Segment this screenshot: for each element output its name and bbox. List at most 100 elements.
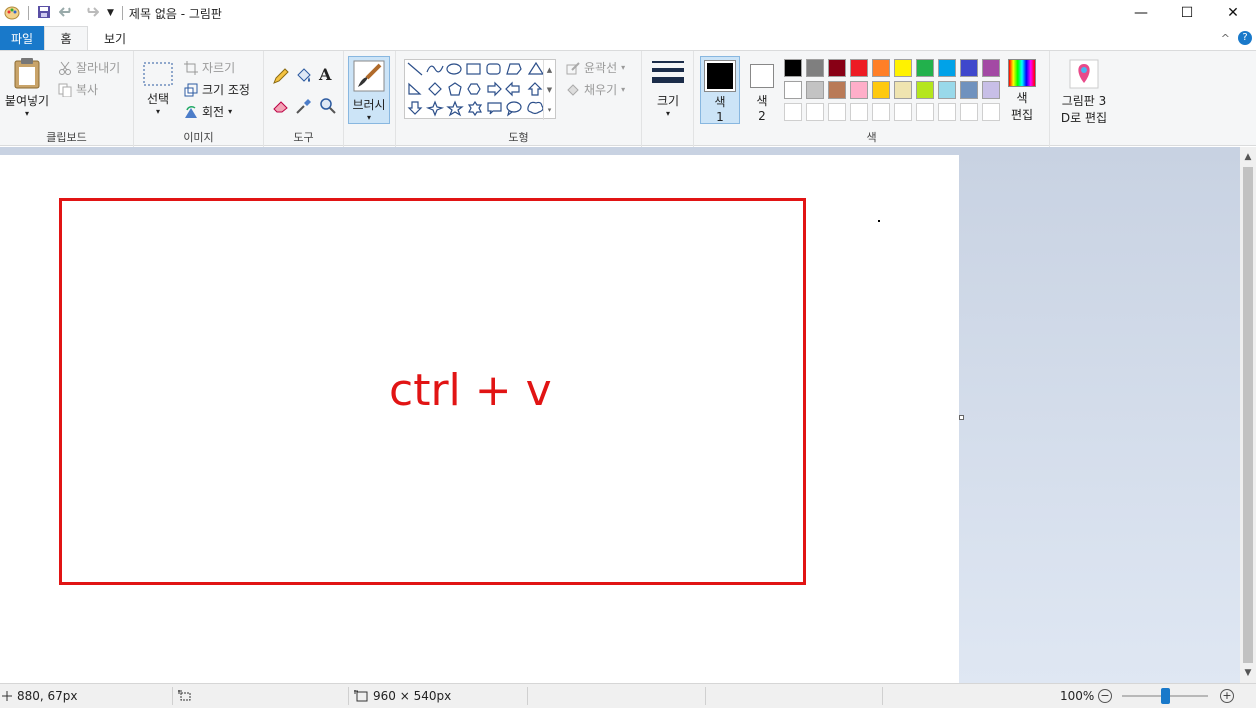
palette-swatch[interactable] bbox=[850, 81, 868, 99]
palette-swatch[interactable] bbox=[872, 81, 890, 99]
shapes-gallery[interactable]: ▲ ▼ ▾ bbox=[404, 59, 556, 120]
text-tool-icon[interactable]: A bbox=[319, 65, 331, 84]
fill-button[interactable]: 채우기 ▾ bbox=[566, 81, 625, 98]
custom-color-slot[interactable] bbox=[916, 103, 934, 121]
copy-button[interactable]: 복사 bbox=[58, 81, 98, 98]
close-button[interactable]: ✕ bbox=[1210, 0, 1256, 26]
tools-group: A 도구 bbox=[264, 51, 344, 147]
pencil-icon[interactable] bbox=[272, 67, 290, 85]
zoom-out-icon[interactable]: − bbox=[1098, 689, 1112, 703]
undo-icon[interactable] bbox=[58, 5, 75, 22]
palette-swatch[interactable] bbox=[982, 59, 1000, 77]
custom-color-slot[interactable] bbox=[982, 103, 1000, 121]
clipboard-icon bbox=[14, 58, 40, 89]
palette-swatch[interactable] bbox=[784, 81, 802, 99]
palette-swatch[interactable] bbox=[916, 59, 934, 77]
palette-swatch[interactable] bbox=[806, 81, 824, 99]
custom-color-slot[interactable] bbox=[784, 103, 802, 121]
eraser-icon[interactable] bbox=[272, 97, 290, 115]
status-separator bbox=[705, 687, 706, 705]
vertical-scrollbar[interactable]: ▲ ▼ bbox=[1240, 147, 1256, 683]
color2-number: 2 bbox=[758, 109, 766, 123]
maximize-button[interactable]: ☐ bbox=[1164, 0, 1210, 26]
paste-button[interactable]: 붙여넣기 ▾ bbox=[2, 57, 52, 118]
outline-button[interactable]: 윤곽선 ▾ bbox=[566, 59, 625, 76]
custom-color-slot[interactable] bbox=[872, 103, 890, 121]
redo-icon[interactable] bbox=[83, 5, 100, 22]
color2-button[interactable]: 색 2 bbox=[744, 56, 780, 124]
magnifier-icon[interactable] bbox=[319, 97, 337, 115]
custom-color-slot[interactable] bbox=[828, 103, 846, 121]
custom-color-slot[interactable] bbox=[806, 103, 824, 121]
palette-swatch[interactable] bbox=[960, 59, 978, 77]
selection-size-icon bbox=[178, 690, 191, 701]
size-group: 크기 ▾ bbox=[642, 51, 694, 147]
crop-button[interactable]: 자르기 bbox=[184, 59, 235, 76]
palette-swatch[interactable] bbox=[850, 59, 868, 77]
color-picker-icon[interactable] bbox=[295, 97, 313, 115]
tab-file[interactable]: 파일 bbox=[0, 26, 44, 50]
palette-swatch[interactable] bbox=[982, 81, 1000, 99]
fill-bucket-icon[interactable] bbox=[295, 67, 313, 85]
image-group-label: 이미지 bbox=[183, 131, 214, 144]
customize-toolbar-icon[interactable]: ▼ bbox=[107, 8, 114, 18]
palette-swatch[interactable] bbox=[806, 59, 824, 77]
palette-swatch[interactable] bbox=[894, 81, 912, 99]
brushes-button[interactable]: 브러시 ▾ bbox=[348, 56, 390, 124]
canvas-resize-handle[interactable] bbox=[959, 415, 964, 420]
fill-label: 채우기 bbox=[584, 83, 618, 97]
help-icon[interactable]: ? bbox=[1238, 31, 1252, 45]
tab-view[interactable]: 보기 bbox=[88, 26, 142, 50]
palette-swatch[interactable] bbox=[960, 81, 978, 99]
paint-app-icon[interactable] bbox=[4, 4, 20, 23]
selection-size bbox=[178, 684, 192, 708]
cursor-position: 880, 67px bbox=[2, 684, 78, 708]
size-button[interactable]: 크기 ▾ bbox=[648, 59, 688, 118]
palette-swatch[interactable] bbox=[916, 81, 934, 99]
edit-colors-label-1: 색 bbox=[1016, 91, 1028, 105]
scrollbar-thumb[interactable] bbox=[1243, 167, 1253, 663]
scroll-up-icon[interactable]: ▲ bbox=[1240, 149, 1256, 165]
brushes-label: 브러시 bbox=[352, 98, 386, 112]
custom-color-slot[interactable] bbox=[960, 103, 978, 121]
fill-icon bbox=[567, 83, 579, 96]
palette-swatch[interactable] bbox=[938, 59, 956, 77]
scroll-down-icon[interactable]: ▼ bbox=[1240, 665, 1256, 681]
palette-swatch[interactable] bbox=[784, 59, 802, 77]
cut-button[interactable]: 잘라내기 bbox=[58, 59, 120, 76]
edit-colors-button[interactable]: 색 편집 bbox=[1002, 59, 1042, 123]
rotate-button[interactable]: 회전 ▾ bbox=[184, 103, 232, 120]
palette-swatch[interactable] bbox=[828, 59, 846, 77]
palette-swatch[interactable] bbox=[828, 81, 846, 99]
custom-color-slot[interactable] bbox=[850, 103, 868, 121]
custom-color-slot[interactable] bbox=[894, 103, 912, 121]
color1-label: 색 bbox=[714, 95, 726, 109]
minimize-button[interactable]: — bbox=[1118, 0, 1164, 26]
tab-home[interactable]: 홈 bbox=[44, 26, 88, 50]
status-separator bbox=[172, 687, 173, 705]
resize-button[interactable]: 크기 조정 bbox=[184, 81, 250, 98]
collapse-ribbon-icon[interactable]: ^ bbox=[1221, 32, 1230, 45]
shapes-scroll[interactable]: ▲ ▼ ▾ bbox=[543, 60, 555, 120]
palette-swatch[interactable] bbox=[872, 59, 890, 77]
color1-button[interactable]: 색 1 bbox=[700, 56, 740, 124]
custom-color-slot[interactable] bbox=[938, 103, 956, 121]
color-spectrum-icon bbox=[1008, 59, 1036, 87]
zoom-slider-thumb[interactable] bbox=[1161, 688, 1170, 704]
select-button[interactable]: 선택 ▾ bbox=[140, 61, 176, 116]
drawing-canvas[interactable]: ctrl + v bbox=[0, 155, 959, 683]
title-bar: ▼ 제목 없음 - 그림판 — ☐ ✕ bbox=[0, 0, 1256, 26]
save-icon[interactable] bbox=[37, 5, 51, 22]
zoom-in-icon[interactable]: + bbox=[1220, 689, 1234, 703]
brush-icon bbox=[353, 60, 385, 92]
status-bar: 880, 67px 960 × 540px 100% − + bbox=[0, 683, 1256, 708]
edit-with-paint3d-button[interactable]: 그림판 3 D로 편집 bbox=[1054, 59, 1114, 126]
scissors-icon bbox=[59, 61, 71, 75]
palette-swatch[interactable] bbox=[938, 81, 956, 99]
crosshair-icon bbox=[2, 691, 12, 701]
quick-access-toolbar: ▼ bbox=[0, 4, 123, 23]
separator bbox=[28, 6, 29, 20]
copy-icon bbox=[58, 83, 72, 97]
canvas-text: ctrl + v bbox=[389, 365, 552, 416]
palette-swatch[interactable] bbox=[894, 59, 912, 77]
